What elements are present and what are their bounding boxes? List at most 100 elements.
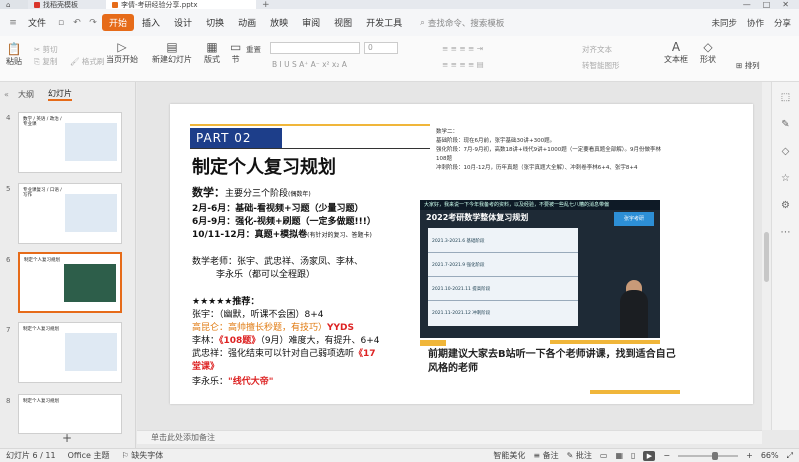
thumbnail-title: 数学 / 英语 / 政治 / 专业课 [23,117,62,127]
decor-bar [590,390,680,394]
video-banner: 大家好，我来说一下今年我备考的资料，以及经验，不要被一些乱七八糟的消息带偏 [420,200,660,210]
add-slide-button[interactable]: + [62,431,72,445]
zoom-out-button[interactable]: − [663,451,670,460]
shape-button[interactable]: ◇ 形状 [700,40,716,65]
search-box[interactable]: ⌕ 查找命令、搜索模板 [420,17,504,29]
play-from-current-button[interactable]: ▷ 当页开始 [106,40,138,65]
notes-field[interactable]: 单击此处添加备注 [137,430,762,444]
tab-outline[interactable]: 大纲 [18,89,34,100]
menu-slideshow[interactable]: 放映 [264,14,294,31]
recommend-4: 武忠祥：强化结束可以针对自己弱项选听 [192,349,355,359]
vertical-scrollbar[interactable] [762,82,771,430]
menu-developer[interactable]: 开发工具 [360,14,408,31]
undo-icon[interactable]: ↶ [72,18,82,28]
layout-label: 版式 [204,55,220,64]
fit-window-icon[interactable]: ⤢ [787,451,793,461]
stage-2: 6月-9月：强化-视频+刷题（一定多做题!!!） [192,217,376,227]
font-size-select[interactable]: 0 [364,42,398,54]
current-slide[interactable]: PART 02 制定个人复习规划 数学：主要分三个阶段(偶数年) 2月-6月：基… [170,104,753,404]
menu-design[interactable]: 设计 [168,14,198,31]
missing-font-label: 缺失字体 [131,451,164,460]
decor-bar [550,340,660,344]
textbox-icon: A [671,40,681,54]
menu-icon[interactable]: ≡ [8,18,18,28]
font-family-select[interactable] [270,42,360,54]
animation-icon[interactable]: ☆ [781,173,790,184]
menu-file[interactable]: 文件 [22,14,52,31]
tab-slides[interactable]: 幻灯片 [48,88,72,101]
redo-icon[interactable]: ↷ [88,18,98,28]
textbox-button[interactable]: A 文本框 [664,40,688,65]
slide-number: 6 [6,256,11,264]
close-button[interactable]: ✕ [782,0,789,9]
comments-button[interactable]: ✎ 批注 [567,450,592,461]
layout-button[interactable]: ▦ 版式 [204,40,220,65]
sync-status[interactable]: 未同步 [711,17,737,29]
settings-icon[interactable]: ⚙ [781,200,790,211]
play-button[interactable]: ▶ [643,450,656,461]
font-format-row[interactable]: B I U S A⁺ A⁻ x² x₂ A [272,60,347,69]
paragraph-row[interactable]: ≡ ≡ ≡ ≡ ⇥ [442,44,483,53]
menu-animation[interactable]: 动画 [232,14,262,31]
slide-thumbnail-selected[interactable]: 制定个人复习规划 [18,252,122,313]
thumbnail-title: 专业课复习 / 口语 / 写作 [23,188,62,198]
search-placeholder: 查找命令、搜索模板 [427,18,505,29]
ribbon-toolbar: 📋 粘贴 ✂ 剪切 ⎘ 复制 🖌 格式刷 ▷ 当页开始 ▤ 新建幻灯片 ▦ 版式… [0,36,799,82]
menu-home[interactable]: 开始 [102,14,135,31]
reading-view-icon[interactable]: ▯ [631,451,635,460]
notes-button[interactable]: ≡ 备注 [533,450,558,461]
smart-art-button[interactable]: 转智能图形 [582,60,620,71]
smart-beautify-button[interactable]: 智能美化 [493,450,525,461]
menu-review[interactable]: 审阅 [296,14,326,31]
zoom-slider-handle[interactable] [712,451,719,460]
reset-label: 重置 [246,45,261,54]
recommend-4-cont: 堂课》 [192,362,220,372]
menu-view[interactable]: 视图 [328,14,358,31]
scrollbar-handle[interactable] [764,232,769,282]
cut-button[interactable]: ✂ 剪切 [34,44,58,55]
section-button[interactable]: ▭ 节 [230,40,241,65]
slide-thumbnail[interactable]: 专业课复习 / 口语 / 写作 [18,183,122,244]
shape-icon: ◇ [703,40,713,54]
share-button[interactable]: 分享 [774,17,791,29]
copy-button[interactable]: ⎘ 复制 [34,56,57,67]
slide-thumbnail[interactable]: 制定个人复习规划 [18,322,122,383]
tab-template[interactable]: 找稻壳模板 [28,0,106,9]
save-icon[interactable]: ▫ [56,18,66,28]
textbox-label: 文本框 [664,55,688,64]
missing-font-button[interactable]: ⚐ 缺失字体 [116,450,170,461]
maximize-button[interactable]: □ [763,0,771,9]
align-text-button[interactable]: 对齐文本 [582,44,612,55]
slide-thumbnail[interactable]: 数学 / 英语 / 政治 / 专业课 [18,112,122,173]
menu-transition[interactable]: 切换 [200,14,230,31]
zoom-level[interactable]: 66% [761,451,779,460]
thumbnail-image [65,194,117,232]
menu-insert[interactable]: 插入 [136,14,166,31]
align-row[interactable]: ≡ ≡ ≡ ≡ ▤ [442,60,484,69]
tab-document[interactable]: 李倩-考研经验分享.pptx [106,0,256,9]
shape-style-icon[interactable]: ◇ [782,146,790,157]
slide-number: 5 [6,185,11,193]
zoom-slider[interactable] [678,451,739,460]
arrange-button[interactable]: ⊞ 排列 [736,60,760,71]
home-tab[interactable]: ⌂ [0,0,28,9]
normal-view-icon[interactable]: ▭ [600,451,608,460]
more-icon[interactable]: ⋯ [781,227,791,238]
slides-panel: « 大纲 幻灯片 4 数学 / 英语 / 政治 / 专业课 5 专业课复习 / … [0,82,136,452]
paste-button[interactable]: 📋 粘贴 [6,42,22,67]
slide-thumbnail[interactable]: 制定个人复习规划 [18,394,122,434]
select-icon[interactable]: ⬚ [781,92,790,103]
format-painter-label: 格式刷 [81,57,105,66]
minimize-button[interactable]: — [743,0,751,9]
format-painter-button[interactable]: 🖌 格式刷 [70,56,104,67]
sorter-view-icon[interactable]: ▦ [615,451,623,460]
reset-button[interactable]: 重置 [246,44,261,55]
collaborate-button[interactable]: 协作 [747,17,764,29]
math-note: (偶数年) [288,191,311,198]
style-icon[interactable]: ✎ [781,119,789,130]
new-slide-button[interactable]: ▤ 新建幻灯片 [152,40,192,65]
zoom-in-button[interactable]: + [746,451,753,460]
smart-art-label: 转智能图形 [582,61,620,70]
plan-row: 2021.7-2021.9 强化阶段 [432,263,485,268]
collapse-panel-icon[interactable]: « [4,90,9,99]
